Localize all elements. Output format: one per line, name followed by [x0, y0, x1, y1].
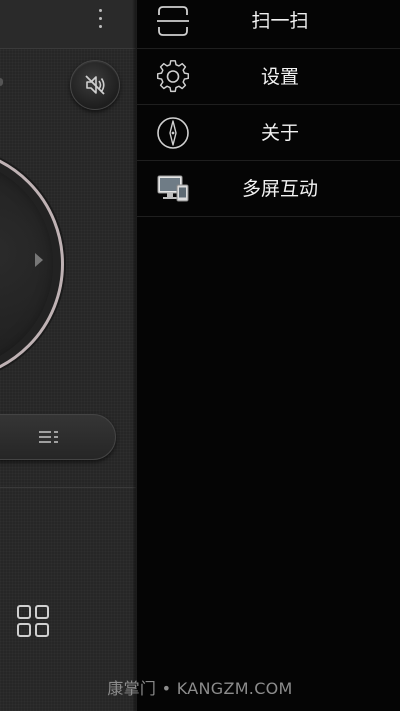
side-drawer: 扫一扫 设置 关于 多屏互动: [136, 0, 400, 711]
menu-item-multiscreen[interactable]: 多屏互动: [137, 161, 400, 217]
scan-icon: [157, 6, 189, 36]
speaker-muted-icon: [85, 75, 105, 95]
menu-item-label: 扫一扫: [251, 10, 309, 32]
menu-item-about[interactable]: 关于: [137, 105, 400, 161]
edge-indicator: [0, 78, 3, 86]
app-screen: 扫一扫 设置 关于 多屏互动 康掌门 • KANGZM.COM: [0, 0, 400, 711]
menu-item-settings[interactable]: 设置: [137, 49, 400, 105]
menu-item-label: 设置: [260, 66, 299, 88]
remote-panel: [0, 0, 136, 711]
section-divider: [0, 487, 136, 488]
menu-item-scan[interactable]: 扫一扫: [137, 0, 400, 49]
dpad-ring[interactable]: [0, 147, 64, 381]
menu-lines-icon: [39, 431, 58, 443]
menu-item-label: 多屏互动: [241, 178, 318, 200]
more-vertical-icon[interactable]: [96, 9, 104, 33]
apps-grid-icon: [17, 605, 49, 637]
multiscreen-icon: [157, 175, 189, 202]
apps-grid-button[interactable]: [17, 605, 49, 637]
menu-button[interactable]: [0, 414, 116, 460]
dpad-right-icon[interactable]: [35, 253, 43, 267]
compass-icon: [157, 117, 189, 149]
watermark-text: 康掌门 • KANGZM.COM: [107, 679, 293, 698]
menu-item-label: 关于: [260, 122, 299, 144]
mute-button[interactable]: [70, 60, 120, 110]
gear-icon: [156, 60, 190, 93]
remote-top-bar: [0, 0, 136, 49]
